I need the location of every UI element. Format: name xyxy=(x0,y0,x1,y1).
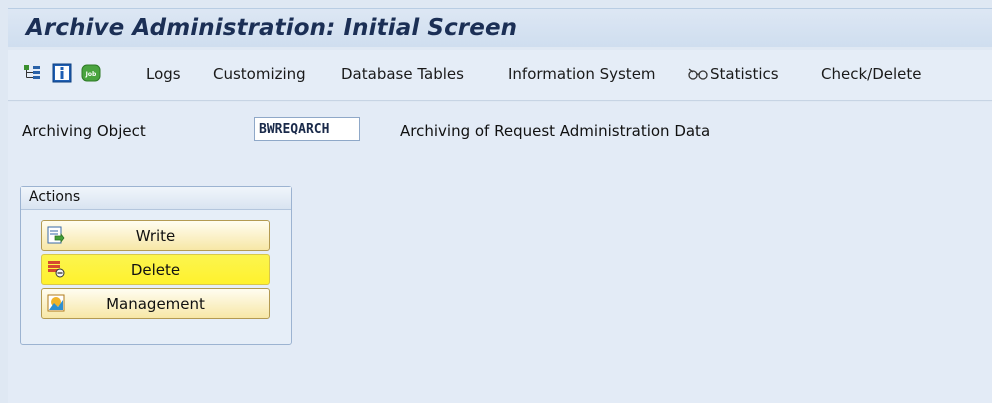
job-icon[interactable]: Job xyxy=(81,63,101,83)
archiving-object-description: Archiving of Request Administration Data xyxy=(400,122,711,140)
statistics-menu-item[interactable]: Statistics xyxy=(710,65,779,83)
check-delete-menu-item[interactable]: Check/Delete xyxy=(821,65,921,83)
archiving-object-label: Archiving Object xyxy=(22,122,146,140)
window-title: Archive Administration: Initial Screen xyxy=(26,15,518,41)
title-bar: Archive Administration: Initial Screen xyxy=(8,8,992,47)
write-button-label: Write xyxy=(135,227,176,245)
sap-window: Archive Administration: Initial Screen J… xyxy=(0,0,992,403)
actions-group-title: Actions xyxy=(29,189,81,205)
information-system-menu-item[interactable]: Information System xyxy=(508,65,656,83)
delete-button[interactable]: Delete xyxy=(41,254,270,285)
management-button[interactable]: Management xyxy=(41,288,270,319)
actions-group: Actions Write Delete Management xyxy=(20,186,292,345)
main-content: Archiving Object Archiving of Request Ad… xyxy=(8,102,992,403)
archiving-object-input[interactable] xyxy=(254,117,360,141)
actions-group-header: Actions xyxy=(21,187,291,210)
management-button-label: Management xyxy=(106,295,205,313)
statistics-glasses-icon[interactable] xyxy=(687,66,709,82)
delete-button-label: Delete xyxy=(130,261,181,279)
application-toolbar: Job Logs Customizing Database Tables Inf… xyxy=(8,50,992,101)
database-tables-menu-item[interactable]: Database Tables xyxy=(341,65,464,83)
customizing-menu-item[interactable]: Customizing xyxy=(213,65,306,83)
hierarchy-icon[interactable] xyxy=(22,63,42,83)
logs-menu-item[interactable]: Logs xyxy=(146,65,181,83)
svg-text:Job: Job xyxy=(85,71,97,78)
write-button[interactable]: Write xyxy=(41,220,270,251)
info-icon[interactable] xyxy=(52,63,72,83)
